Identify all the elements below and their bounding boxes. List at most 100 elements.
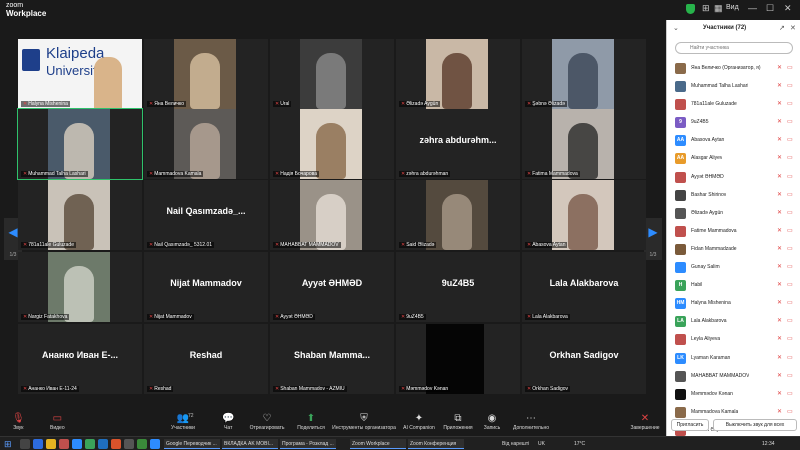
- participant-tile[interactable]: ✕Яна Величко: [144, 39, 268, 109]
- zoom-taskbar-icon[interactable]: [150, 439, 160, 449]
- camera-off-icon[interactable]: ▭: [787, 245, 793, 252]
- mic-muted-icon[interactable]: ✕: [777, 209, 782, 216]
- participant-tile[interactable]: ✕Mammadova Kamala: [144, 109, 268, 179]
- lang-indicator[interactable]: UK: [538, 439, 545, 449]
- participant-tile[interactable]: ✕Nargiz Fatakhova: [18, 252, 142, 322]
- start-icon[interactable]: ⊞: [4, 439, 12, 449]
- participant-tile[interactable]: Ананко Иван Е-... ✕Ананко Иван Е-11-24: [18, 324, 142, 394]
- mic-muted-icon[interactable]: ✕: [777, 173, 782, 180]
- participant-row[interactable]: Fidan Mammadzade ✕ ▭: [667, 241, 800, 259]
- react-button[interactable]: ♡ Отреагировать: [248, 413, 286, 431]
- mic-muted-icon[interactable]: ✕: [777, 118, 782, 125]
- participant-row[interactable]: Əlizadə Aygün ✕ ▭: [667, 205, 800, 223]
- camera-off-icon[interactable]: ▭: [787, 173, 793, 180]
- participant-tile[interactable]: ✕Ural: [270, 39, 394, 109]
- participant-row[interactable]: 9 9uZ4B5 ✕ ▭: [667, 114, 800, 132]
- host-tools-button[interactable]: ⛨ Инструменты организатора: [330, 413, 398, 431]
- mic-muted-icon[interactable]: ✕: [777, 390, 782, 397]
- camera-off-icon[interactable]: ▭: [787, 335, 793, 342]
- camera-off-icon[interactable]: ▭: [787, 281, 793, 288]
- next-page-button[interactable]: ▶ 1/3: [644, 218, 662, 260]
- participant-row[interactable]: Leyla Aliyeva ✕ ▭: [667, 331, 800, 349]
- participant-row[interactable]: Яна Величко (Организатор, я) ✕ ▭: [667, 60, 800, 78]
- participant-tile[interactable]: ✕Muhammad Talha Lashari: [17, 108, 143, 180]
- participant-tile[interactable]: ✕Надія Бочарова: [270, 109, 394, 179]
- participant-tile[interactable]: ✕Abasova Aytan: [522, 180, 646, 250]
- participant-tile[interactable]: Ayyət ƏHMƏD ✕Ayyət ƏHMƏD: [270, 252, 394, 322]
- view-button[interactable]: Вид: [726, 4, 739, 11]
- shield-icon[interactable]: [686, 4, 695, 14]
- participant-row[interactable]: Gunay Salim ✕ ▭: [667, 259, 800, 277]
- camera-off-icon[interactable]: ▭: [787, 390, 793, 397]
- participant-tile[interactable]: Klaipeda University ✕Halyna Mishenina: [18, 39, 142, 109]
- taskbar-window-button[interactable]: Google Переводчик ...: [164, 439, 220, 449]
- camera-off-icon[interactable]: ▭: [787, 191, 793, 198]
- participant-tile[interactable]: ✕Məmmədov Kənan: [396, 324, 520, 394]
- participant-tile[interactable]: Nail Qasımzadə_... ✕Nail Qasımzadə_ 5312.…: [144, 180, 268, 250]
- participant-row[interactable]: Muhammad Talha Lashari ✕ ▭: [667, 78, 800, 96]
- mic-muted-icon[interactable]: ✕: [777, 100, 782, 107]
- end-button[interactable]: ✕ Завершение: [628, 413, 662, 431]
- popout-icon[interactable]: ↗: [779, 24, 785, 32]
- participant-tile[interactable]: ✕Şəbnə Əlizadə: [522, 39, 646, 109]
- camera-off-icon[interactable]: ▭: [787, 299, 793, 306]
- word-icon[interactable]: [72, 439, 82, 449]
- camera-off-icon[interactable]: ▭: [787, 100, 793, 107]
- participants-button[interactable]: 👥 72 Участники: [168, 413, 198, 431]
- mic-muted-icon[interactable]: ✕: [777, 245, 782, 252]
- participant-row[interactable]: Ayyət ƏHMƏD ✕ ▭: [667, 169, 800, 187]
- mic-muted-icon[interactable]: ✕: [777, 299, 782, 306]
- excel-icon[interactable]: [137, 439, 147, 449]
- mic-muted-icon[interactable]: ✕: [777, 354, 782, 361]
- more-button[interactable]: ⋯ Дополнительно: [510, 413, 552, 431]
- participant-tile[interactable]: ✕Fatima Mammadova: [522, 109, 646, 179]
- participant-row[interactable]: Fatime Mammadova ✕ ▭: [667, 223, 800, 241]
- participant-search-input[interactable]: [675, 42, 793, 54]
- mic-muted-icon[interactable]: ✕: [777, 263, 782, 270]
- participant-row[interactable]: Məmmədov Kənan ✕ ▭: [667, 386, 800, 404]
- mic-muted-icon[interactable]: ✕: [777, 281, 782, 288]
- grid-icon[interactable]: ⊞: [702, 3, 710, 14]
- video-button[interactable]: ▭ Видео: [50, 413, 65, 431]
- participant-row[interactable]: MAHABBAT MAMMADOV ✕ ▭: [667, 368, 800, 386]
- whatsapp-icon[interactable]: [85, 439, 95, 449]
- invite-button[interactable]: Пригласить: [671, 419, 709, 431]
- participant-tile[interactable]: zəhra abdurəhm... ✕zəhra abdurəhman: [396, 109, 520, 179]
- mic-muted-icon[interactable]: ✕: [777, 64, 782, 71]
- camera-off-icon[interactable]: ▭: [787, 227, 793, 234]
- panel-close-icon[interactable]: ✕: [790, 24, 796, 32]
- camera-off-icon[interactable]: ▭: [787, 408, 793, 415]
- mic-muted-icon[interactable]: ✕: [777, 191, 782, 198]
- taskbar-window-button[interactable]: Zoom Конференция: [408, 439, 464, 449]
- camera-off-icon[interactable]: ▭: [787, 263, 793, 270]
- mic-muted-icon[interactable]: ✕: [777, 372, 782, 379]
- collapse-icon[interactable]: ⌄: [673, 24, 679, 32]
- mic-muted-icon[interactable]: ✕: [777, 408, 782, 415]
- participant-tile[interactable]: Reshad ✕Reshad: [144, 324, 268, 394]
- participant-tile[interactable]: ✕Əlizadə Aygün: [396, 39, 520, 109]
- participant-row[interactable]: LK Lyaman Karaman ✕ ▭: [667, 350, 800, 368]
- participant-row[interactable]: Bashar Shirinov ✕ ▭: [667, 187, 800, 205]
- audio-button[interactable]: 🎙︎ Звук: [12, 413, 25, 431]
- mic-muted-icon[interactable]: ✕: [777, 335, 782, 342]
- participant-tile[interactable]: Orkhan Sadigov ✕Orkhan Sadigov: [522, 324, 646, 394]
- taskbar-window-button[interactable]: Zoom Workplace: [350, 439, 406, 449]
- camera-off-icon[interactable]: ▭: [787, 154, 793, 161]
- participant-row[interactable]: AA Abasova Aytan ✕ ▭: [667, 132, 800, 150]
- participant-row[interactable]: H Habil ✕ ▭: [667, 277, 800, 295]
- camera-off-icon[interactable]: ▭: [787, 317, 793, 324]
- edge-icon[interactable]: [33, 439, 43, 449]
- participant-row[interactable]: AA Alasgar Aliyev ✕ ▭: [667, 150, 800, 168]
- chat-button[interactable]: 💬 Чат: [222, 413, 234, 431]
- mic-muted-icon[interactable]: ✕: [777, 82, 782, 89]
- camera-off-icon[interactable]: ▭: [787, 209, 793, 216]
- camera-off-icon[interactable]: ▭: [787, 372, 793, 379]
- mic-muted-icon[interactable]: ✕: [777, 136, 782, 143]
- taskbar-window-button[interactable]: ВКЛАДКА AK MOBI...: [222, 439, 278, 449]
- powerpoint-icon[interactable]: [111, 439, 121, 449]
- participant-row[interactable]: 781a11ale Guluzade ✕ ▭: [667, 96, 800, 114]
- opera-icon[interactable]: [59, 439, 69, 449]
- app-icon[interactable]: [124, 439, 134, 449]
- participant-tile[interactable]: ✕Said Əlizadə: [396, 180, 520, 250]
- participant-tile[interactable]: ✕781a11ale Guluzade: [18, 180, 142, 250]
